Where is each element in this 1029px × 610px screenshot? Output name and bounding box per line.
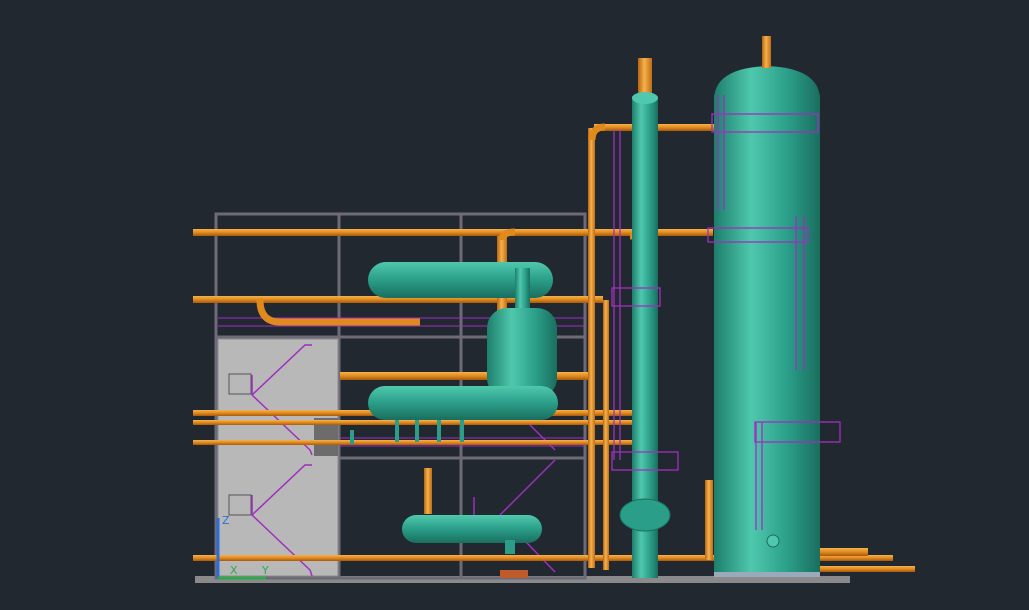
mid-vertical-vessel[interactable] <box>487 308 557 398</box>
ucs-z-label: Z <box>222 514 230 527</box>
ucs-x-label: X <box>230 564 238 577</box>
cad-viewport[interactable]: X Y Z <box>0 0 1029 610</box>
lower-horizontal-drum[interactable] <box>402 515 542 543</box>
tall-thin-column[interactable] <box>619 92 671 578</box>
pipe-runs-vertical[interactable] <box>424 58 713 570</box>
ucs-y-label: Y <box>261 564 269 577</box>
middle-horizontal-drum[interactable] <box>368 386 558 420</box>
